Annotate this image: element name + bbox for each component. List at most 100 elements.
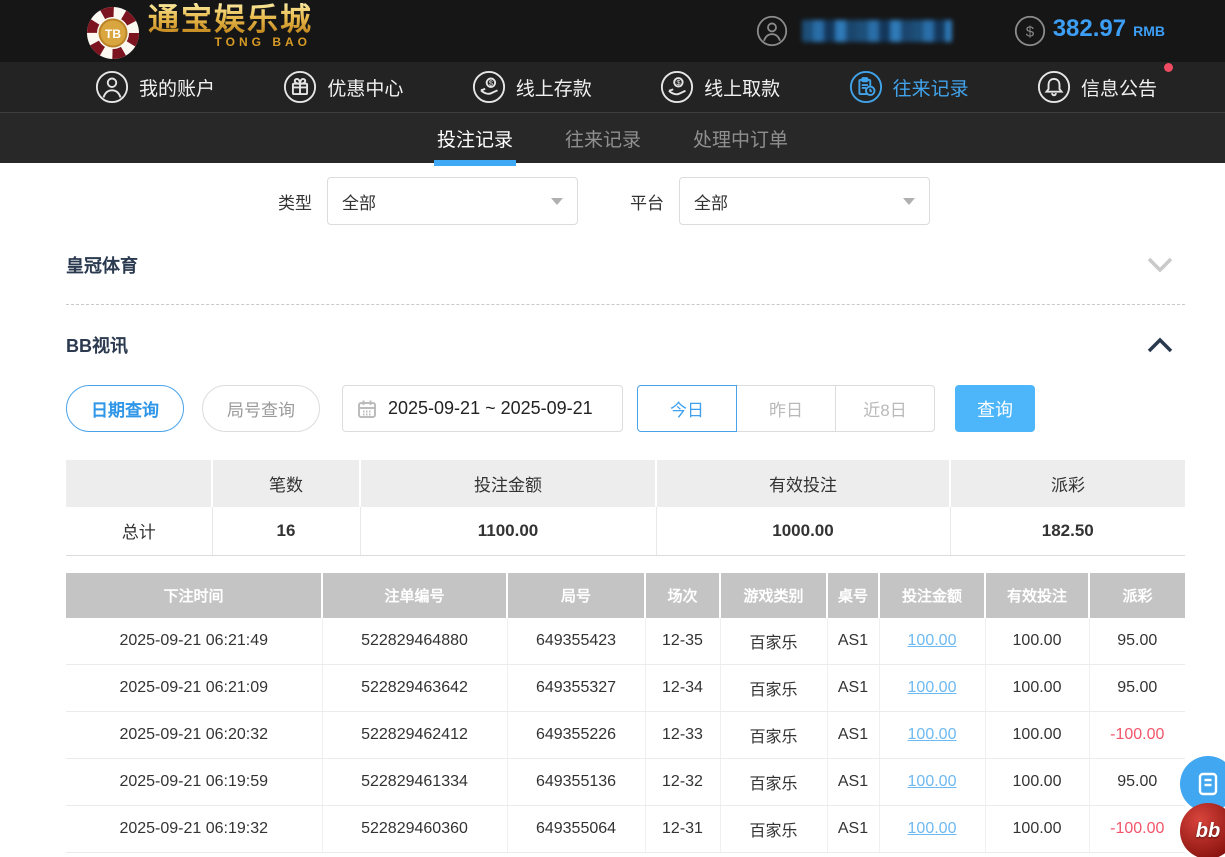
table-row: 2025-09-21 06:19:32 522829460360 649355064… — [66, 805, 1185, 853]
header-valid-bet: 有效投注 — [985, 572, 1090, 618]
gift-icon — [284, 70, 317, 104]
chevron-down-icon[interactable] — [1147, 257, 1173, 273]
date-query-button[interactable]: 日期查询 — [66, 385, 184, 432]
last8days-button[interactable]: 近8日 — [835, 385, 935, 432]
nav-item-promotions[interactable]: 优惠中心 — [283, 70, 403, 104]
cell-session: 12-35 — [645, 617, 721, 665]
cell-bet-amount: 100.00 — [879, 758, 986, 806]
header-round-id: 局号 — [507, 572, 646, 618]
user-avatar-icon — [756, 15, 787, 47]
date-range-input[interactable]: 2025-09-21 ~ 2025-09-21 — [342, 385, 623, 432]
coin-icon: $ — [1014, 15, 1045, 47]
today-button[interactable]: 今日 — [637, 385, 737, 432]
table-row: 2025-09-21 06:20:32 522829462412 649355226… — [66, 711, 1185, 759]
content: 类型 全部 平台 全部 皇冠体育 BB视讯 日期查询 局号查询 2025-09-… — [0, 177, 1225, 853]
cell-round-id: 649355226 — [507, 711, 646, 759]
cell-payout: -100.00 — [1089, 805, 1185, 853]
bet-amount-link[interactable]: 100.00 — [908, 632, 957, 649]
bb-brand-float-button[interactable]: bb — [1180, 803, 1225, 857]
tab-pending-orders[interactable]: 处理中订单 — [690, 113, 791, 163]
cell-bet-id: 522829463642 — [322, 664, 508, 712]
bet-records-table: 下注时间 注单编号 局号 场次 游戏类别 桌号 投注金额 有效投注 派彩 202… — [66, 572, 1185, 853]
platform-filter-label: 平台 — [630, 193, 664, 213]
cell-valid-bet: 100.00 — [985, 805, 1090, 853]
cell-bet-time: 2025-09-21 06:21:09 — [66, 664, 323, 712]
cell-table-no: AS1 — [827, 711, 880, 759]
site-subtitle: TONG BAO — [214, 34, 311, 49]
cell-table-no: AS1 — [827, 758, 880, 806]
cell-payout: 95.00 — [1089, 758, 1185, 806]
balance-amount: 382.97 — [1052, 15, 1127, 42]
cell-session: 12-31 — [645, 805, 721, 853]
section-crown-sports[interactable]: 皇冠体育 — [66, 225, 1185, 305]
table-row: 2025-09-21 06:19:59 522829461334 649355136… — [66, 758, 1185, 806]
cell-bet-time: 2025-09-21 06:20:32 — [66, 711, 323, 759]
cell-session: 12-33 — [645, 711, 721, 759]
yesterday-button[interactable]: 昨日 — [736, 385, 836, 432]
section-title: 皇冠体育 — [66, 256, 138, 276]
header-game-type: 游戏类别 — [720, 572, 828, 618]
cell-session: 12-34 — [645, 664, 721, 712]
site-logo[interactable]: TB 通宝娱乐城 TONG BAO — [86, 1, 313, 60]
header-session: 场次 — [645, 572, 721, 618]
summary-total-label: 总计 — [66, 507, 213, 556]
active-tab-underline — [433, 160, 516, 166]
bet-table-body: 2025-09-21 06:21:49 522829464880 649355423… — [66, 617, 1185, 853]
nav-item-my-account[interactable]: 我的账户 — [95, 70, 215, 104]
bell-icon — [1037, 70, 1071, 104]
nav-item-withdraw[interactable]: $ 线上取款 — [660, 70, 780, 104]
deposit-icon: $ — [472, 70, 505, 104]
filter-row: 类型 全部 平台 全部 — [66, 177, 1185, 225]
records-icon — [849, 70, 882, 104]
cell-bet-id: 522829461334 — [322, 758, 508, 806]
bet-amount-link[interactable]: 100.00 — [908, 679, 957, 696]
quick-date-group: 今日 昨日 近8日 — [637, 385, 935, 432]
type-select[interactable]: 全部 — [327, 177, 578, 225]
header-bet-id: 注单编号 — [322, 572, 508, 618]
withdraw-icon: $ — [661, 70, 694, 104]
summary-header-blank — [66, 460, 213, 507]
casino-chip-icon: TB — [87, 6, 139, 59]
section-bb-video[interactable]: BB视讯 — [66, 332, 1185, 358]
cell-bet-id: 522829462412 — [322, 711, 508, 759]
table-row: 2025-09-21 06:21:09 522829463642 649355327… — [66, 664, 1185, 712]
nav-item-announcements[interactable]: 信息公告 — [1037, 63, 1173, 104]
tab-transaction-records[interactable]: 往来记录 — [562, 113, 644, 163]
cell-game-type: 百家乐 — [720, 711, 828, 759]
cell-session: 12-32 — [645, 758, 721, 806]
summary-payout: 182.50 — [950, 507, 1185, 556]
cell-bet-amount: 100.00 — [879, 711, 986, 759]
svg-text:TB: TB — [105, 27, 121, 41]
bet-amount-link[interactable]: 100.00 — [908, 726, 957, 743]
cell-bet-time: 2025-09-21 06:21:49 — [66, 617, 323, 665]
search-button[interactable]: 查询 — [955, 385, 1035, 432]
balance[interactable]: $ 382.97 RMB — [1014, 15, 1165, 47]
cell-bet-time: 2025-09-21 06:19:32 — [66, 805, 323, 853]
tab-bet-records[interactable]: 投注记录 — [433, 113, 516, 166]
header-payout: 派彩 — [1089, 572, 1185, 618]
chevron-up-icon[interactable] — [1147, 337, 1173, 353]
nav-label: 往来记录 — [892, 78, 969, 100]
cell-game-type: 百家乐 — [720, 617, 828, 665]
top-bar: TB 通宝娱乐城 TONG BAO $ 382.97 RMB — [0, 0, 1225, 62]
platform-select[interactable]: 全部 — [679, 177, 930, 225]
summary-header-payout: 派彩 — [950, 460, 1185, 507]
cell-table-no: AS1 — [827, 805, 880, 853]
cell-bet-time: 2025-09-21 06:19:59 — [66, 758, 323, 806]
nav-item-records[interactable]: 往来记录 — [849, 70, 969, 104]
type-filter-label: 类型 — [278, 193, 312, 213]
cell-table-no: AS1 — [827, 617, 880, 665]
summary-bet-amount: 1100.00 — [360, 507, 657, 556]
sub-tab-bar: 投注记录 往来记录 处理中订单 — [0, 113, 1225, 166]
cell-bet-amount: 100.00 — [879, 617, 986, 665]
bet-amount-link[interactable]: 100.00 — [908, 820, 957, 837]
cell-game-type: 百家乐 — [720, 805, 828, 853]
round-query-button[interactable]: 局号查询 — [202, 385, 320, 432]
cell-round-id: 649355327 — [507, 664, 646, 712]
site-title: 通宝娱乐城 — [148, 1, 313, 37]
nav-item-deposit[interactable]: $ 线上存款 — [472, 70, 592, 104]
platform-select-value: 全部 — [694, 193, 728, 213]
bet-amount-link[interactable]: 100.00 — [908, 773, 957, 790]
username-masked[interactable] — [801, 20, 952, 42]
cell-bet-id: 522829460360 — [322, 805, 508, 853]
